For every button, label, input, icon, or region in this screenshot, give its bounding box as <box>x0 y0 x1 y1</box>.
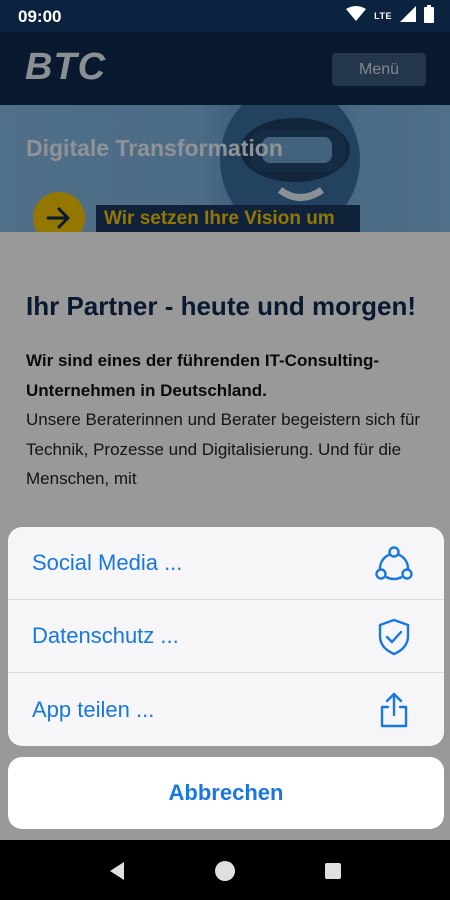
action-label: App teilen ... <box>32 696 155 722</box>
share-upload-icon <box>374 690 414 730</box>
action-share-app[interactable]: App teilen ... <box>8 673 444 746</box>
cancel-button[interactable]: Abbrechen <box>8 757 444 829</box>
action-social-media[interactable]: Social Media ... <box>8 527 444 600</box>
wifi-icon <box>346 5 367 27</box>
network-type: LTE <box>374 10 392 21</box>
action-sheet: Social Media ... Datenschutz ... App tei… <box>8 527 444 746</box>
recents-icon[interactable] <box>318 856 348 886</box>
action-label: Datenschutz ... <box>32 623 179 648</box>
signal-icon <box>400 5 416 27</box>
shield-check-icon <box>374 617 414 657</box>
share-network-icon <box>374 544 414 584</box>
action-label: Social Media ... <box>32 550 183 575</box>
battery-icon <box>424 4 434 28</box>
status-icons: LTE <box>346 4 434 28</box>
action-privacy[interactable]: Datenschutz ... <box>8 600 444 673</box>
status-bar: 09:00 LTE <box>0 0 450 32</box>
system-nav-bar <box>0 840 450 900</box>
back-icon[interactable] <box>102 856 132 886</box>
status-time: 09:00 <box>18 7 62 26</box>
home-icon[interactable] <box>210 856 240 886</box>
